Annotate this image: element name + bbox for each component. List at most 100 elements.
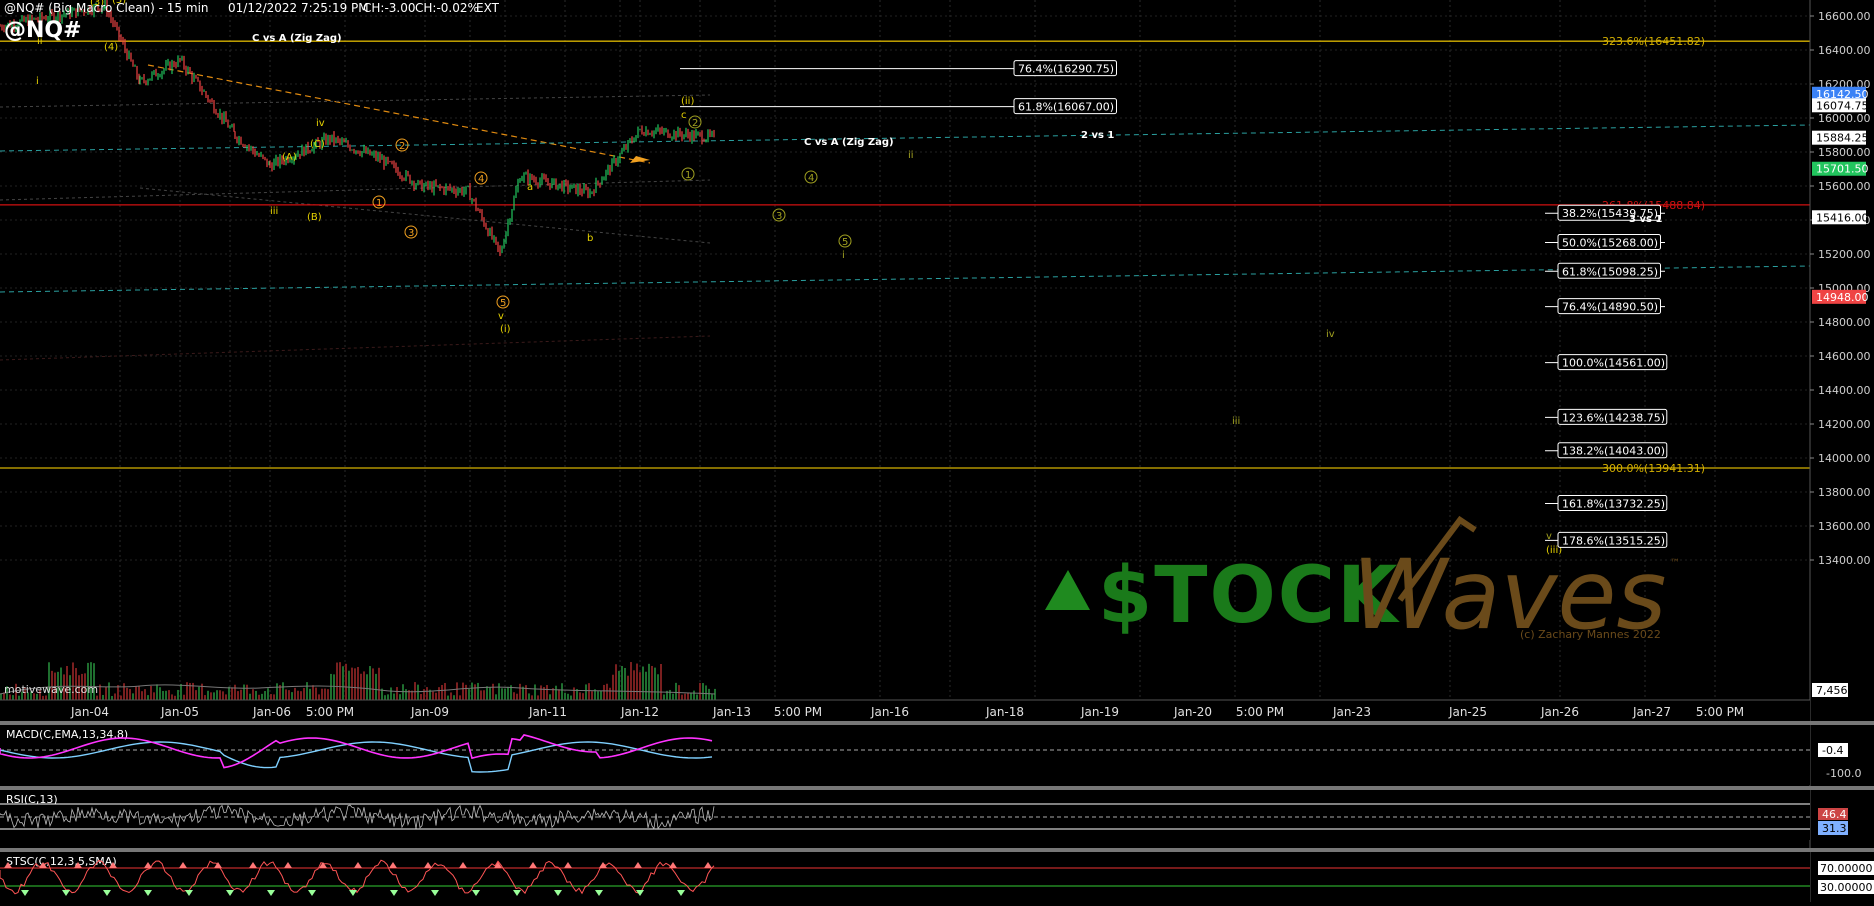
volume-bar bbox=[645, 671, 647, 700]
volume-bar bbox=[414, 682, 416, 700]
volume-bar bbox=[147, 695, 149, 700]
volume-bar bbox=[354, 668, 356, 700]
volume-bar bbox=[108, 682, 110, 700]
volume-bar bbox=[459, 695, 461, 700]
volume-bar bbox=[105, 686, 107, 700]
volume-bar bbox=[681, 694, 683, 700]
volume-bar bbox=[180, 683, 182, 700]
volume-bar bbox=[282, 682, 284, 700]
volume-bar bbox=[165, 690, 167, 700]
y-tick-label: 15800.00 bbox=[1818, 146, 1871, 159]
volume-bar bbox=[585, 684, 587, 700]
volume-bar bbox=[693, 690, 695, 700]
y-tick-label: 13400.00 bbox=[1818, 554, 1871, 567]
chart-window[interactable]: 323.6%(16451.82)261.8%(15488.84)300.0%(1… bbox=[0, 0, 1874, 902]
wave-label: iii bbox=[270, 206, 278, 217]
volume-bar bbox=[639, 672, 641, 700]
volume-bar bbox=[114, 693, 116, 700]
x-tick-label: Jan-18 bbox=[985, 705, 1024, 719]
volume-bar bbox=[618, 670, 620, 700]
source-watermark: motivewave.com bbox=[4, 683, 99, 696]
volume-bar bbox=[168, 690, 170, 700]
volume-bar bbox=[387, 694, 389, 700]
volume-bar bbox=[441, 684, 443, 700]
volume-bar bbox=[111, 695, 113, 700]
y-tick-label: 13600.00 bbox=[1818, 520, 1871, 533]
volume-bar bbox=[423, 689, 425, 700]
volume-bar bbox=[531, 695, 533, 700]
volume-bar bbox=[303, 688, 305, 700]
volume-bar bbox=[516, 693, 518, 700]
change-percent: CH:-0.02% bbox=[415, 1, 479, 15]
volume-bar bbox=[558, 689, 560, 700]
volume-bar bbox=[123, 683, 125, 700]
volume-bar bbox=[624, 667, 626, 700]
volume-bar bbox=[264, 691, 266, 700]
volume-bar bbox=[564, 692, 566, 700]
volume-bar bbox=[462, 682, 464, 700]
volume-bar bbox=[660, 664, 662, 700]
volume-bar bbox=[183, 694, 185, 700]
fib-label: 161.8%(13732.25) bbox=[1562, 498, 1665, 511]
volume-bar bbox=[138, 685, 140, 700]
extension-label: 300.0%(13941.31) bbox=[1602, 462, 1705, 475]
wave-label: 1 bbox=[376, 198, 382, 209]
stoch-value: 30.00000 bbox=[1820, 881, 1873, 894]
volume-bar bbox=[162, 690, 164, 700]
volume-bar bbox=[18, 695, 20, 700]
wave-label: c bbox=[681, 110, 687, 121]
wave-label: 3 bbox=[776, 211, 782, 222]
price-chart[interactable]: 323.6%(16451.82)261.8%(15488.84)300.0%(1… bbox=[0, 0, 1874, 902]
wave-label: 2 bbox=[399, 141, 405, 152]
volume-bar bbox=[318, 694, 320, 700]
volume-bar bbox=[642, 666, 644, 700]
volume-bar bbox=[711, 694, 713, 700]
annotation-text: C vs A (Zig Zag) bbox=[804, 137, 894, 148]
volume-bar bbox=[501, 688, 503, 700]
volume-bar bbox=[390, 687, 392, 700]
macd-scale-label: -100.0 bbox=[1826, 767, 1861, 780]
volume-bar bbox=[456, 682, 458, 700]
extension-label: 323.6%(16451.82) bbox=[1602, 35, 1705, 48]
price-label: 15884.25 bbox=[1816, 132, 1869, 145]
volume-bar bbox=[648, 663, 650, 700]
wave-label: 5 bbox=[500, 298, 506, 309]
wave-label: (ii) bbox=[681, 96, 694, 107]
volume-bar bbox=[636, 663, 638, 700]
volume-bar bbox=[537, 695, 539, 700]
volume-bar bbox=[384, 695, 386, 700]
y-tick-label: 14200.00 bbox=[1818, 418, 1871, 431]
volume-bar bbox=[549, 694, 551, 700]
volume-bar bbox=[294, 687, 296, 700]
volume-bar bbox=[129, 689, 131, 700]
x-tick-label: Jan-25 bbox=[1448, 705, 1487, 719]
volume-bar bbox=[273, 694, 275, 700]
y-tick-label: 13800.00 bbox=[1818, 486, 1871, 499]
volume-bar bbox=[687, 692, 689, 700]
volume-bar bbox=[615, 664, 617, 700]
volume-bar bbox=[444, 683, 446, 700]
x-tick-label: Jan-05 bbox=[160, 705, 199, 719]
volume-bar bbox=[207, 690, 209, 700]
volume-bar bbox=[339, 662, 341, 700]
volume-bar bbox=[525, 685, 527, 700]
volume-bar bbox=[312, 685, 314, 700]
volume-bar bbox=[588, 683, 590, 700]
volume-bar bbox=[357, 666, 359, 700]
wave-label: (A) bbox=[282, 152, 297, 163]
volume-bar bbox=[342, 666, 344, 700]
x-tick-label: 5:00 PM bbox=[1696, 705, 1744, 719]
y-tick-label: 14800.00 bbox=[1818, 316, 1871, 329]
volume-bar bbox=[591, 691, 593, 700]
volume-bar bbox=[246, 684, 248, 700]
volume-bar bbox=[348, 670, 350, 700]
wave-label: i bbox=[842, 250, 845, 261]
volume-bar bbox=[219, 690, 221, 700]
volume-bar bbox=[546, 685, 548, 700]
volume-bar bbox=[234, 684, 236, 700]
x-tick-label: Jan-20 bbox=[1173, 705, 1212, 719]
volume-bar bbox=[672, 693, 674, 700]
volume-bar bbox=[306, 682, 308, 700]
volume-bar bbox=[471, 682, 473, 700]
volume-bar bbox=[249, 693, 251, 700]
